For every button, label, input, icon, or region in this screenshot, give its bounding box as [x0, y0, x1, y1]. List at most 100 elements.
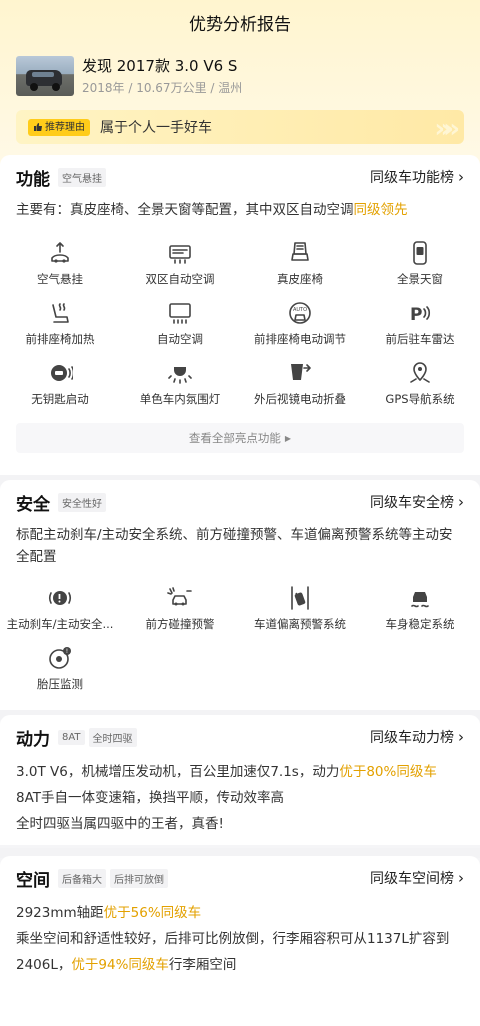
chevron-right-icon: › [458, 869, 464, 887]
safety-item[interactable]: 主动刹车/主动安全... [0, 584, 120, 644]
dual-zone-ac-icon [166, 239, 194, 267]
thumbs-up-icon [34, 123, 42, 131]
function-card: 功能 空气悬挂 同级车功能榜 › 主要有：真皮座椅、全景天窗等配置，其中双区自动空… [0, 155, 480, 475]
space-rank-link[interactable]: 同级车空间榜 › [370, 868, 464, 888]
space-line-3: 2406L，优于94%同级车行李厢空间 [16, 957, 237, 973]
power-line-1: 3.0T V6，机械增压发动机，百公里加速仅7.1s，动力优于80%同级车 [16, 764, 437, 780]
suspension-icon [46, 239, 74, 267]
active-brake-icon [46, 584, 74, 612]
title-bar: 优势分析报告 [0, 0, 480, 44]
safety-grid: 主动刹车/主动安全... 前方碰撞预警 车道偏离预警系统 车身稳定系统! 胎压监测 [0, 584, 480, 704]
function-rank-label: 同级车功能榜 [370, 170, 454, 186]
function-item-label: 自动空调 [157, 332, 203, 346]
function-item-label: 全景天窗 [397, 272, 443, 286]
power-card: 动力 8AT 全时四驱 同级车动力榜 › 3.0T V6，机械增压发动机，百公里加… [0, 715, 480, 845]
power-line-2: 8AT手自一体变速箱，换挡平顺，传动效率高 [16, 790, 285, 806]
function-item[interactable]: 前排座椅加热 [0, 299, 120, 359]
space-rank-label: 同级车空间榜 [370, 871, 454, 887]
safety-item-label: 车道偏离预警系统 [254, 617, 346, 631]
car-summary[interactable]: 发现 2017款 3.0 V6 S 2018年 / 10.67万公里 / 温州 [0, 44, 480, 100]
space-line-1: 2923mm轴距优于56%同级车 [16, 905, 202, 921]
chevron-right-icon: › [458, 168, 464, 186]
safety-item[interactable]: 前方碰撞预警 [120, 584, 240, 644]
safety-item[interactable]: 车身稳定系统 [360, 584, 480, 644]
safety-item[interactable]: ! 胎压监测 [0, 644, 120, 704]
safety-title: 安全 [16, 494, 50, 515]
function-item[interactable]: P 前后驻车雷达 [360, 299, 480, 359]
recommend-tag-label: 推荐理由 [45, 121, 85, 133]
function-grid: 空气悬挂 双区自动空调 真皮座椅 全景天窗前排座椅加热 自动空调 AUTO 前排座椅电动调节… [0, 239, 480, 419]
recommend-tag: 推荐理由 [28, 118, 90, 136]
space-line-2: 乘坐空间和舒适性较好，后排可比例放倒，行李厢容积可从1137L扩容到 [16, 931, 450, 947]
function-item[interactable]: AUTO 前排座椅电动调节 [240, 299, 360, 359]
safety-item-label: 主动刹车/主动安全... [6, 617, 114, 631]
function-item[interactable]: 单色车内氛围灯 [120, 359, 240, 419]
space-card: 空间 后备箱大 后排可放倒 同级车空间榜 › 2923mm轴距优于56%同级车 乘… [0, 856, 480, 1026]
power-seat-icon: AUTO [286, 299, 314, 327]
power-rank-link[interactable]: 同级车动力榜 › [370, 727, 464, 747]
safety-rank-link[interactable]: 同级车安全榜 › [370, 492, 464, 512]
function-item[interactable]: 外后视镜电动折叠 [240, 359, 360, 419]
power-chip-1: 8AT [58, 729, 85, 745]
function-item-label: 无钥匙启动 [31, 392, 89, 406]
function-item[interactable]: 双区自动空调 [120, 239, 240, 299]
function-item-label: 前排座椅加热 [25, 332, 95, 346]
function-rank-link[interactable]: 同级车功能榜 › [370, 167, 464, 187]
safety-rank-label: 同级车安全榜 [370, 495, 454, 511]
parking-radar-icon: P [406, 299, 434, 327]
safety-desc: 标配主动刹车/主动安全系统、前方碰撞预警、车道偏离预警系统等主动安全配置 [16, 527, 453, 565]
safety-item-label: 车身稳定系统 [385, 617, 455, 631]
chevrons-decoration-icon: »» [434, 114, 459, 144]
collision-warning-icon [166, 584, 194, 612]
svg-text:!: ! [66, 648, 68, 655]
safety-item[interactable]: 车道偏离预警系统 [240, 584, 360, 644]
function-item[interactable]: 空气悬挂 [0, 239, 120, 299]
function-title: 功能 [16, 169, 50, 190]
view-all-label: 查看全部亮点功能 [188, 431, 281, 445]
view-all-functions-button[interactable]: 查看全部亮点功能 ▶ [16, 423, 464, 453]
ambient-light-icon [166, 359, 194, 387]
function-desc: 主要有：真皮座椅、全景天窗等配置，其中双区自动空调同级领先 [16, 202, 408, 218]
svg-text:P: P [410, 305, 422, 325]
function-item-label: 外后视镜电动折叠 [254, 392, 346, 406]
car-thumbnail [16, 56, 74, 96]
function-item[interactable]: 真皮座椅 [240, 239, 360, 299]
function-item[interactable]: GPS导航系统 [360, 359, 480, 419]
power-rank-label: 同级车动力榜 [370, 730, 454, 746]
function-item-label: GPS导航系统 [385, 392, 455, 406]
chevron-right-icon: › [458, 493, 464, 511]
space-title: 空间 [16, 870, 50, 891]
function-item[interactable]: 自动空调 [120, 299, 240, 359]
triangle-right-icon: ▶ [284, 433, 292, 443]
power-line-3: 全时四驱当属四驱中的王者，真香! [16, 816, 224, 832]
recommend-text: 属于个人一手好车 [100, 120, 212, 136]
car-meta: 2018年 / 10.67万公里 / 温州 [82, 81, 243, 95]
function-item-label: 真皮座椅 [277, 272, 323, 286]
space-chip-2: 后排可放倒 [110, 868, 168, 888]
safety-chip: 安全性好 [58, 492, 106, 512]
space-chip-1: 后备箱大 [58, 868, 106, 888]
function-item[interactable]: 全景天窗 [360, 239, 480, 299]
safety-item-label: 前方碰撞预警 [145, 617, 215, 631]
safety-item-label: 胎压监测 [37, 677, 83, 691]
report-page: 优势分析报告 发现 2017款 3.0 V6 S 2018年 / 10.67万公… [0, 0, 480, 1026]
tire-pressure-icon: ! [46, 644, 74, 672]
mirror-fold-icon [286, 359, 314, 387]
page-title: 优势分析报告 [189, 14, 291, 35]
gps-nav-icon [406, 359, 434, 387]
panoramic-sunroof-icon [406, 239, 434, 267]
function-item[interactable]: 无钥匙启动 [0, 359, 120, 419]
safety-card: 安全 安全性好 同级车安全榜 › 标配主动刹车/主动安全系统、前方碰撞预警、车道偏… [0, 480, 480, 710]
function-item-label: 前排座椅电动调节 [254, 332, 346, 346]
svg-text:AUTO: AUTO [293, 307, 307, 313]
stability-control-icon [406, 584, 434, 612]
function-chip: 空气悬挂 [58, 167, 106, 187]
function-item-label: 空气悬挂 [37, 272, 83, 286]
chevron-right-icon: › [458, 728, 464, 746]
seat-heating-icon [46, 299, 74, 327]
function-item-label: 单色车内氛围灯 [139, 392, 221, 406]
car-name: 发现 2017款 3.0 V6 S [82, 57, 238, 75]
function-item-label: 双区自动空调 [145, 272, 215, 286]
function-item-label: 前后驻车雷达 [385, 332, 455, 346]
auto-ac-icon [166, 299, 194, 327]
